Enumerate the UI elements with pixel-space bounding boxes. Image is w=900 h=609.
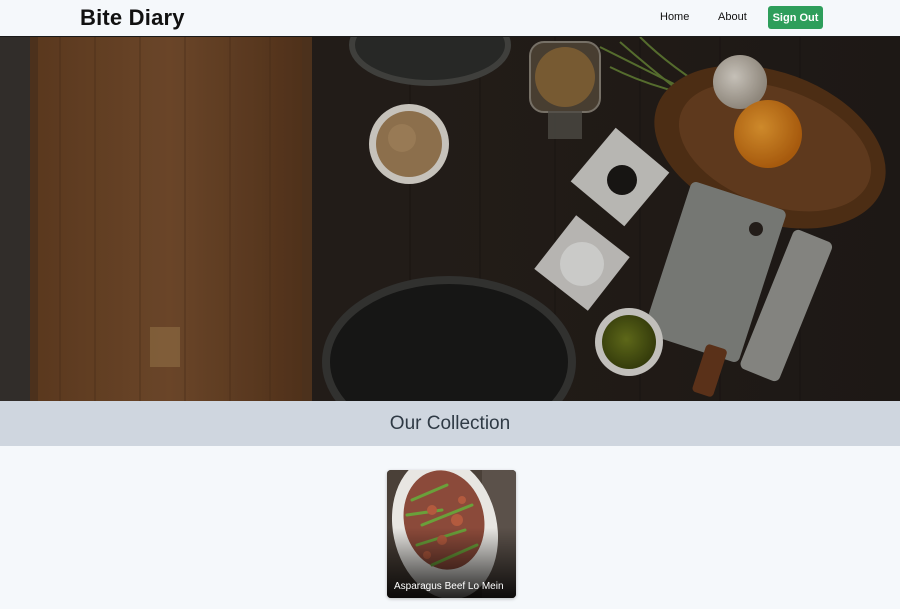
hero-image (0, 37, 900, 401)
recipe-card-title: Asparagus Beef Lo Mein (394, 581, 504, 592)
site-header: Bite Diary Home About Sign Out (0, 0, 900, 37)
brand-logo[interactable]: Bite Diary (80, 5, 185, 31)
nav-about-link[interactable]: About (718, 11, 747, 23)
hero-kitchen-illustration (0, 37, 900, 401)
collection-banner: Our Collection (0, 401, 900, 446)
nav-home-link[interactable]: Home (660, 11, 689, 23)
sign-out-button[interactable]: Sign Out (768, 6, 823, 29)
recipe-photo (387, 470, 516, 598)
collection-heading: Our Collection (389, 413, 511, 434)
recipe-card[interactable]: Asparagus Beef Lo Mein (387, 470, 516, 598)
